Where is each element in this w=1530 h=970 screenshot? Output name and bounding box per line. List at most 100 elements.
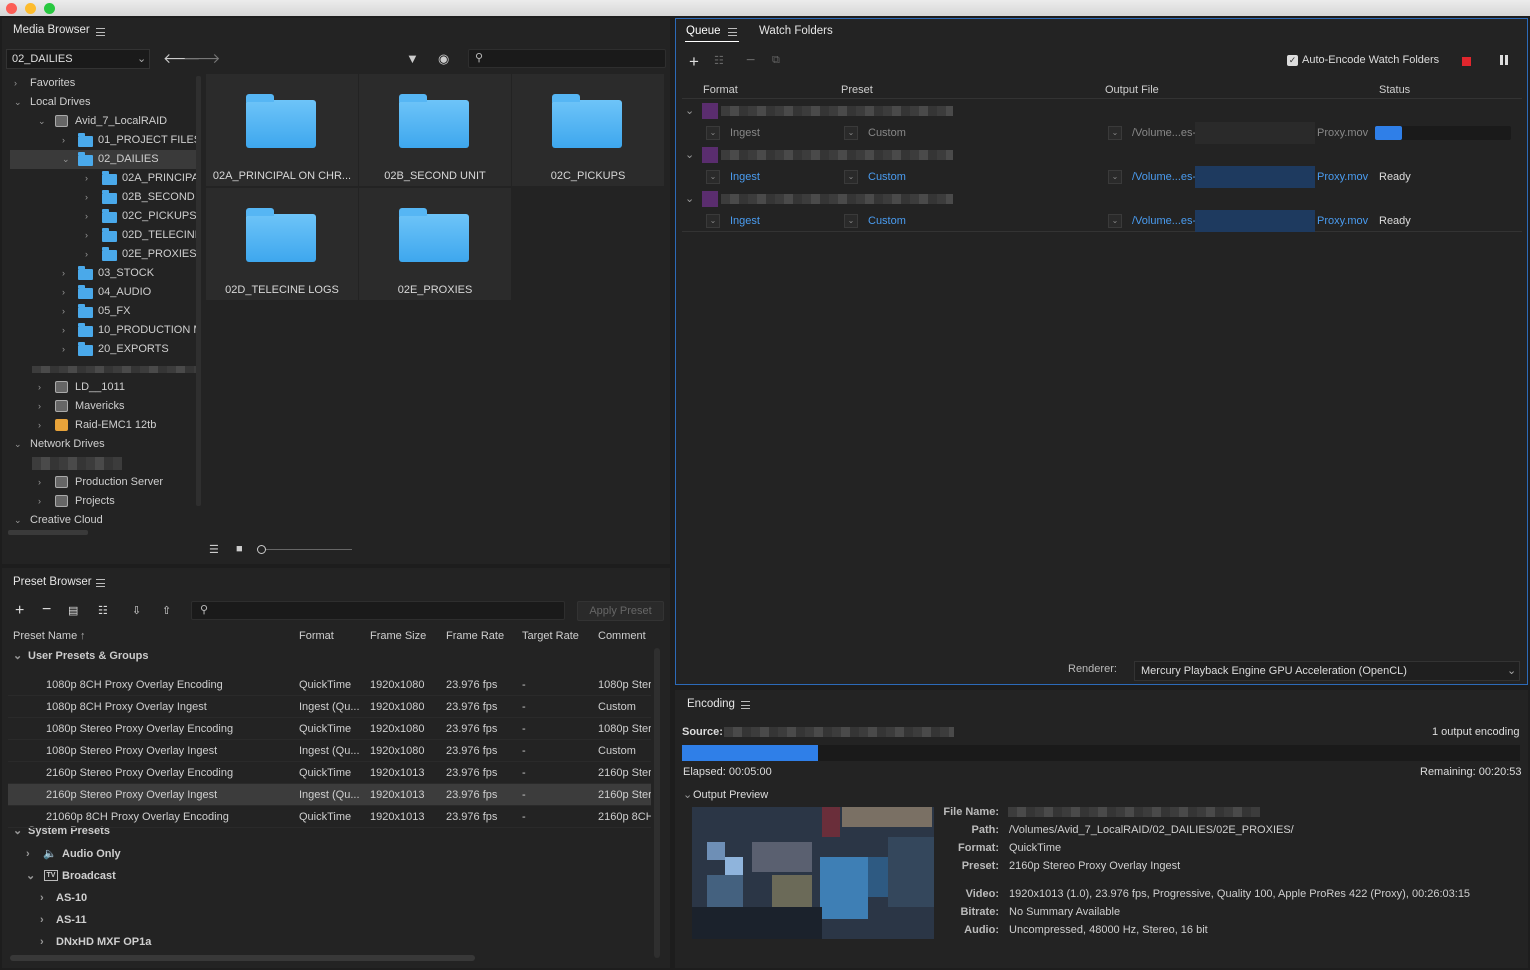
tree-project-files[interactable]: › 01_PROJECT FILES <box>10 131 196 150</box>
col-header-frame-rate[interactable]: Frame Rate <box>446 627 504 645</box>
tab-queue[interactable]: Queue <box>686 25 721 37</box>
tree-creative-cloud[interactable]: ⌄ Creative Cloud <box>10 511 196 530</box>
format-dropdown[interactable]: ⌄ <box>706 214 720 228</box>
preset-row[interactable]: 2160p Stereo Proxy Overlay Encoding Quick… <box>8 762 651 784</box>
preset-dropdown[interactable]: ⌄ <box>844 170 858 184</box>
tree-exports[interactable]: › 20_EXPORTS <box>10 340 196 359</box>
preset-value[interactable]: Custom <box>868 210 906 232</box>
duplicate-icon[interactable]: ⧉ <box>772 54 780 67</box>
tab-watch-folders[interactable]: Watch Folders <box>759 25 833 37</box>
output-dropdown[interactable]: ⌄ <box>1108 170 1122 184</box>
zoom-window-button[interactable] <box>44 3 55 14</box>
add-preset-icon[interactable]: + <box>15 602 24 620</box>
close-window-button[interactable] <box>6 3 17 14</box>
folder-tile[interactable]: 02E_PROXIES <box>359 188 511 300</box>
tree-pickups[interactable]: › 02C_PICKUPS <box>10 207 196 226</box>
tree-dailies[interactable]: ⌄ 02_DAILIES <box>10 150 196 169</box>
tree-stock[interactable]: › 03_STOCK <box>10 264 196 283</box>
output-file-value[interactable]: Proxy.mov <box>1317 210 1368 232</box>
queue-menu-icon[interactable] <box>728 28 737 36</box>
preset-v-scrollbar[interactable] <box>654 648 660 958</box>
preset-row[interactable]: 1080p Stereo Proxy Overlay Ingest Ingest … <box>8 740 651 762</box>
tree-fx[interactable]: › 05_FX <box>10 302 196 321</box>
queue-output-row[interactable]: ⌄ Ingest ⌄ Custom ⌄ /Volume...es- Proxy.mov Rea… <box>683 210 1521 232</box>
folder-tile[interactable]: 02A_PRINCIPAL ON CHR... <box>206 74 358 186</box>
pause-icon[interactable] <box>1500 55 1503 65</box>
system-item-as10[interactable]: › AS-10 <box>8 887 653 909</box>
format-value[interactable]: Ingest <box>730 210 760 232</box>
tree-avid-drive[interactable]: ⌄ Avid_7_LocalRAID <box>10 112 196 131</box>
zoom-slider-track[interactable] <box>266 549 352 550</box>
folder-tile[interactable]: 02B_SECOND UNIT <box>359 74 511 186</box>
tree-network-drives[interactable]: ⌄ Network Drives <box>10 435 196 454</box>
preset-value[interactable]: Custom <box>868 122 906 144</box>
media-browser-menu-icon[interactable] <box>96 28 105 36</box>
preset-row[interactable]: 21060p 8CH Proxy Overlay Encoding QuickTi… <box>8 806 651 828</box>
zoom-slider-handle[interactable] <box>257 545 266 554</box>
view-icon[interactable]: ◉ <box>438 51 449 67</box>
add-source-icon[interactable]: + <box>689 52 699 72</box>
queue-source-row[interactable]: ⌄ <box>683 144 1521 166</box>
col-header-target-rate[interactable]: Target Rate <box>522 627 579 645</box>
encoding-menu-icon[interactable] <box>741 701 750 709</box>
preset-row[interactable]: 1080p 8CH Proxy Overlay Ingest Ingest (Qu… <box>8 696 651 718</box>
auto-encode-checkbox[interactable]: ✓ <box>1287 55 1298 66</box>
media-search-input[interactable]: ⚲ <box>468 49 666 68</box>
tree-telecine[interactable]: › 02D_TELECINE <box>10 226 196 245</box>
output-path-value[interactable]: /Volume...es- <box>1132 210 1196 232</box>
tree-favorites[interactable]: › Favorites <box>10 74 196 93</box>
preset-row[interactable]: 1080p Stereo Proxy Overlay Encoding Quick… <box>8 718 651 740</box>
tree-local-drives[interactable]: ⌄ Local Drives <box>10 93 196 112</box>
stop-queue-button[interactable] <box>1462 57 1471 66</box>
tree-proxies[interactable]: › 02E_PROXIES <box>10 245 196 264</box>
col-header-output-file[interactable]: Output File <box>1105 81 1159 99</box>
filter-icon[interactable]: ▼ <box>406 51 419 66</box>
tree-projects[interactable]: › Projects <box>10 492 196 511</box>
minimize-window-button[interactable] <box>25 3 36 14</box>
col-header-format[interactable]: Format <box>703 81 738 99</box>
tree-production[interactable]: › 10_PRODUCTION M <box>10 321 196 340</box>
tree-h-scrollbar[interactable] <box>8 530 88 535</box>
col-header-frame-size[interactable]: Frame Size <box>370 627 426 645</box>
preset-value[interactable]: Custom <box>868 166 906 188</box>
preset-search-input[interactable]: ⚲ <box>191 601 565 620</box>
settings-sliders-icon[interactable]: ☷ <box>714 54 724 67</box>
col-header-preset-name[interactable]: Preset Name <box>13 627 77 645</box>
renderer-dropdown[interactable]: Mercury Playback Engine GPU Acceleration… <box>1134 661 1520 681</box>
remove-icon[interactable]: − <box>746 52 755 70</box>
system-item-broadcast[interactable]: ⌄ TV Broadcast <box>8 865 653 887</box>
preset-row[interactable]: 2160p Stereo Proxy Overlay Ingest Ingest … <box>8 784 651 806</box>
format-value[interactable]: Ingest <box>730 166 760 188</box>
tree-raid[interactable]: › Raid-EMC1 12tb <box>10 416 196 435</box>
format-dropdown[interactable]: ⌄ <box>706 126 720 140</box>
output-path-value[interactable]: /Volume...es- <box>1132 122 1196 144</box>
preset-dropdown[interactable]: ⌄ <box>844 126 858 140</box>
output-file-value[interactable]: Proxy.mov <box>1317 166 1368 188</box>
export-preset-icon[interactable]: ⇧ <box>162 604 171 617</box>
col-header-comment[interactable]: Comment <box>598 627 646 645</box>
folder-tile[interactable]: 02D_TELECINE LOGS <box>206 188 358 300</box>
system-item-dnxhd[interactable]: › DNxHD MXF OP1a <box>8 931 653 953</box>
preset-settings-icon[interactable]: ☷ <box>98 604 108 617</box>
system-item-audio-only[interactable]: › 🔈 Audio Only <box>8 843 653 865</box>
queue-source-row[interactable]: ⌄ <box>683 188 1521 210</box>
system-item-as11[interactable]: › AS-11 <box>8 909 653 931</box>
output-dropdown[interactable]: ⌄ <box>1108 214 1122 228</box>
format-dropdown[interactable]: ⌄ <box>706 170 720 184</box>
tree-scrollbar[interactable] <box>196 76 201 506</box>
col-header-status[interactable]: Status <box>1379 81 1410 99</box>
tree-second[interactable]: › 02B_SECOND I <box>10 188 196 207</box>
pause-icon[interactable] <box>1505 55 1508 65</box>
queue-output-row[interactable]: ⌄ Ingest ⌄ Custom ⌄ /Volume...es- Proxy.mov Rea… <box>683 166 1521 188</box>
output-path-value[interactable]: /Volume...es- <box>1132 166 1196 188</box>
tree-audio[interactable]: › 04_AUDIO <box>10 283 196 302</box>
output-file-value[interactable]: Proxy.mov <box>1317 122 1368 144</box>
tree-mavericks[interactable]: › Mavericks <box>10 397 196 416</box>
output-dropdown[interactable]: ⌄ <box>1108 126 1122 140</box>
col-header-preset[interactable]: Preset <box>841 81 873 99</box>
output-preview-toggle[interactable]: Output Preview <box>693 789 768 801</box>
tree-principal[interactable]: › 02A_PRINCIPA <box>10 169 196 188</box>
import-preset-icon[interactable]: ⇩ <box>132 604 141 617</box>
forward-arrow-icon[interactable]: 🡒 <box>183 50 221 67</box>
location-dropdown[interactable]: 02_DAILIES ⌄ <box>6 49 150 69</box>
